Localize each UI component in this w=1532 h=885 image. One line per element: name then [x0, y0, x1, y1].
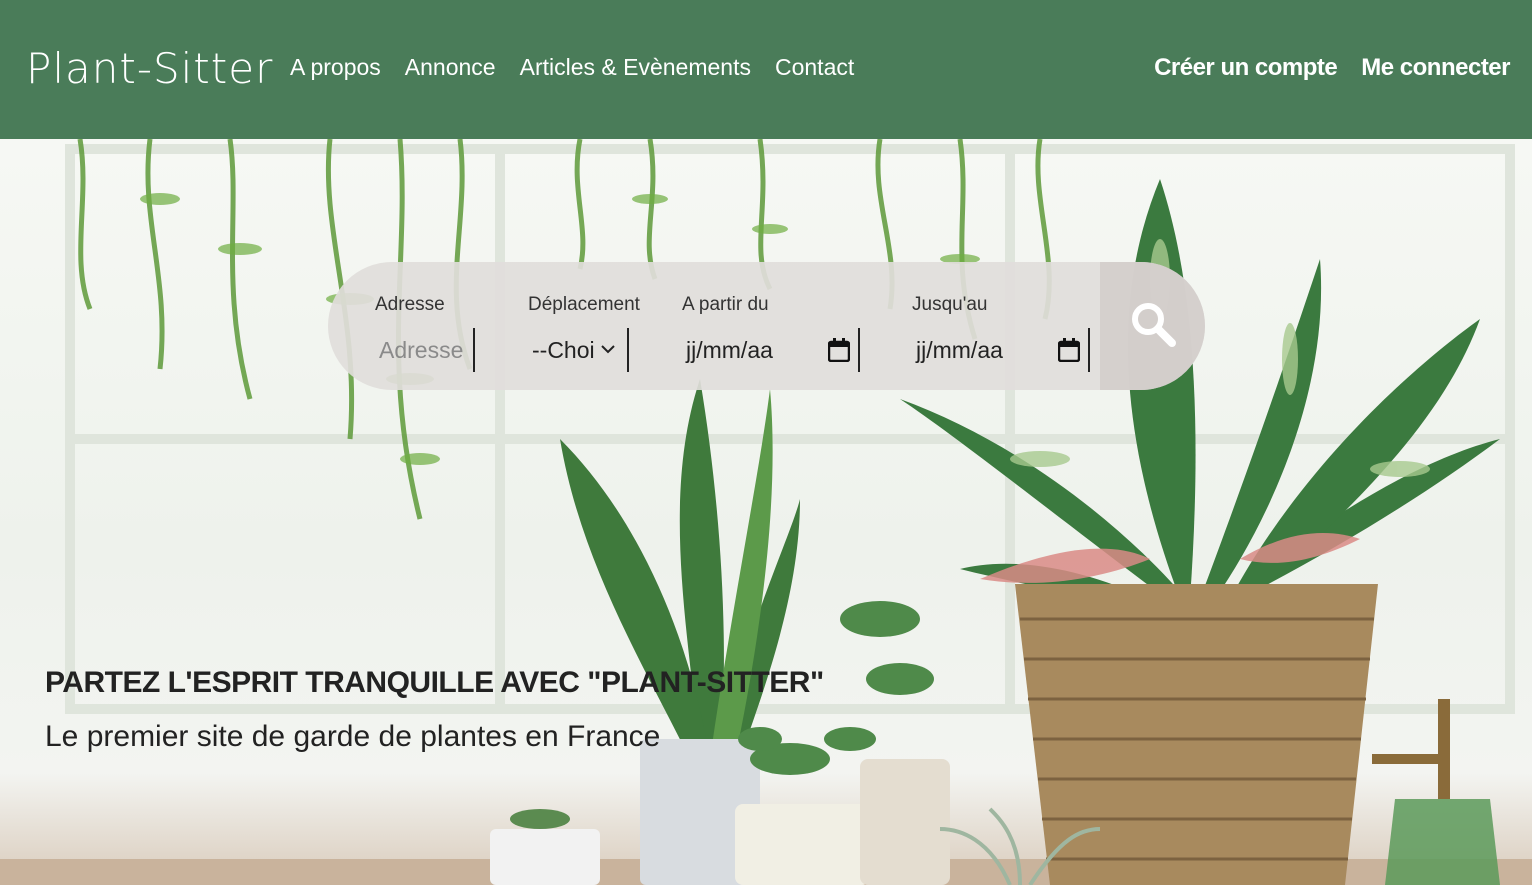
hero-plants-illustration	[0, 139, 1532, 885]
start-date-label: A partir du	[682, 294, 769, 315]
nav-link-about[interactable]: A propos	[290, 54, 381, 81]
hero-tagline: PARTEZ L'ESPRIT TRANQUILLE AVEC "PLANT-S…	[45, 666, 824, 699]
address-input[interactable]: Adresse	[375, 328, 475, 372]
start-date-value: jj/mm/aa	[686, 336, 773, 363]
address-placeholder: Adresse	[379, 336, 464, 363]
travel-field: Déplacement --Choi	[528, 294, 640, 372]
signup-link[interactable]: Créer un compte	[1154, 54, 1338, 82]
hero-section: PARTEZ L'ESPRIT TRANQUILLE AVEC "PLANT-S…	[0, 139, 1532, 885]
search-bar: Adresse Adresse Déplacement --Choi A par…	[328, 262, 1205, 390]
start-date-field: A partir du jj/mm/aa	[682, 294, 860, 372]
travel-select[interactable]: --Choi	[528, 328, 629, 372]
address-label: Adresse	[375, 294, 445, 315]
auth-links: Créer un compte Me connecter	[1154, 54, 1510, 82]
address-field: Adresse Adresse	[375, 294, 475, 372]
nav-link-articles-events[interactable]: Articles & Evènements	[520, 54, 751, 81]
main-nav: A propos Annonce Articles & Evènements C…	[290, 54, 854, 81]
site-logo[interactable]: Plant-Sitter	[26, 44, 273, 93]
hero-subtitle: Le premier site de garde de plantes en F…	[45, 720, 661, 753]
search-icon	[1129, 300, 1177, 353]
nav-link-contact[interactable]: Contact	[775, 54, 854, 81]
top-navbar: Plant-Sitter A propos Annonce Articles &…	[0, 0, 1532, 139]
calendar-icon[interactable]	[827, 338, 851, 363]
end-date-input[interactable]: jj/mm/aa	[912, 328, 1090, 372]
travel-label: Déplacement	[528, 294, 640, 315]
chevron-down-icon	[600, 341, 615, 359]
login-link[interactable]: Me connecter	[1361, 54, 1510, 82]
nav-link-listings[interactable]: Annonce	[405, 54, 496, 81]
end-date-label: Jusqu'au	[912, 294, 988, 315]
end-date-field: Jusqu'au jj/mm/aa	[912, 294, 1090, 372]
end-date-value: jj/mm/aa	[916, 336, 1003, 363]
travel-selected-value: --Choi	[532, 336, 595, 363]
calendar-icon[interactable]	[1057, 338, 1081, 363]
start-date-input[interactable]: jj/mm/aa	[682, 328, 860, 372]
